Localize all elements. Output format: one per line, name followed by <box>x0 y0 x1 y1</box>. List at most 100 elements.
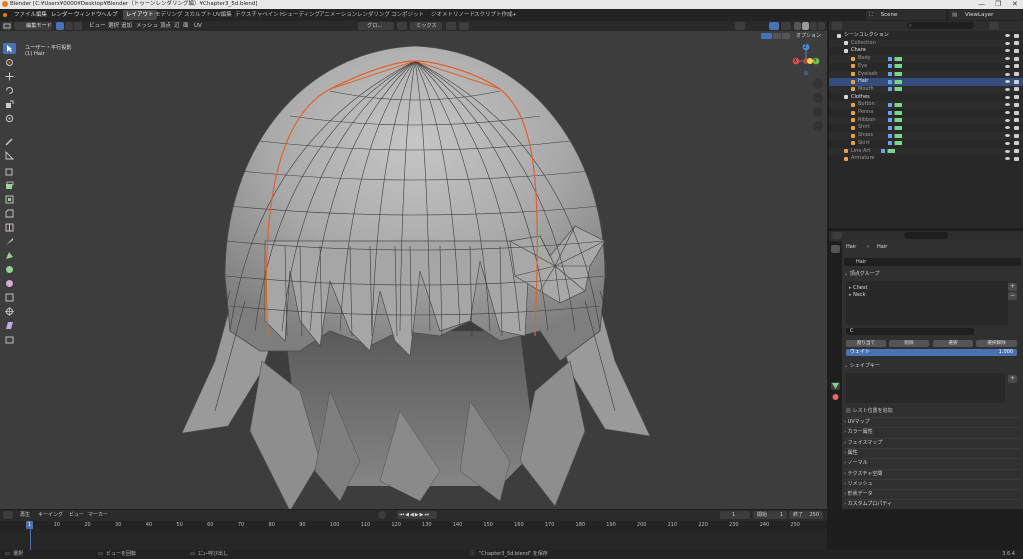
maximize-button[interactable]: ❐ <box>995 0 1001 9</box>
rest-position-checkbox[interactable]: レスト位置を追加 <box>846 407 893 414</box>
menu-playback[interactable]: 再生 <box>20 510 30 520</box>
collapsed-panel-header[interactable]: › 属性 <box>844 447 1020 458</box>
outliner-row[interactable]: Chara <box>829 47 1023 55</box>
start-frame-field[interactable]: 開始 1 <box>753 511 787 519</box>
menu-add[interactable]: 追加 <box>121 21 132 31</box>
modifier-icon[interactable] <box>888 102 902 107</box>
remove-vertex-group-button[interactable]: − <box>1008 292 1017 300</box>
outliner-row[interactable]: Shirt <box>829 124 1023 132</box>
modifier-icon[interactable] <box>881 149 895 153</box>
properties-search-input[interactable] <box>904 232 948 239</box>
blender-menu-icon[interactable] <box>3 9 11 21</box>
pan-hand-icon[interactable] <box>813 93 823 103</box>
camera-view-icon[interactable] <box>813 107 823 117</box>
visibility-eye-icon[interactable] <box>1005 41 1010 45</box>
outliner-row[interactable]: Ribbon <box>829 116 1023 125</box>
collapsed-panel-header[interactable]: › カスタムプロパティ <box>844 499 1020 509</box>
collapsed-panel-header[interactable]: › UVマップ <box>844 417 1020 427</box>
vertex-group-item[interactable]: ▸ Neck <box>849 292 866 298</box>
visibility-eye-icon[interactable] <box>1005 87 1010 91</box>
render-camera-icon[interactable] <box>1014 72 1019 76</box>
editor-type-button[interactable] <box>2 22 12 30</box>
shading-rendered-button[interactable] <box>818 22 825 30</box>
proportional-falloff-button[interactable] <box>459 22 469 30</box>
modifier-icon[interactable] <box>888 87 902 92</box>
visibility-eye-icon[interactable] <box>1005 149 1010 153</box>
select-button[interactable]: 選択 <box>933 340 973 347</box>
menu-help[interactable]: ヘルプ <box>101 9 118 21</box>
timeline-ruler[interactable]: 1 10 20 30 40 50 60 70 80 90 100 110 120 130 140 150 160… <box>0 521 827 529</box>
xray-button[interactable] <box>781 22 791 30</box>
outliner-search-input[interactable]: ⌕ <box>907 22 974 29</box>
collapsed-panel-header[interactable]: › ノーマル <box>844 458 1020 468</box>
render-camera-icon[interactable] <box>1014 156 1019 161</box>
vertex-groups-panel-header[interactable]: ⌄ 頂点グループ <box>844 270 1020 279</box>
collapsed-panel-header[interactable]: › フェイスマップ <box>844 437 1020 448</box>
shading-wireframe-button[interactable] <box>794 22 801 30</box>
add-vertex-group-button[interactable]: + <box>1008 283 1017 291</box>
properties-editor-type-icon[interactable] <box>832 232 842 239</box>
zoom-icon[interactable] <box>813 79 823 89</box>
menu-face[interactable]: 面 <box>183 21 189 31</box>
render-camera-icon[interactable] <box>1014 64 1019 69</box>
menu-keying[interactable]: キーイング <box>38 510 63 520</box>
collapsed-panel-header[interactable]: › テクスチャ空間 <box>844 468 1020 479</box>
menu-edit[interactable]: 編集 <box>36 9 47 21</box>
modifier-icon[interactable] <box>888 110 902 115</box>
render-camera-icon[interactable] <box>1014 95 1019 100</box>
render-camera-icon[interactable] <box>1014 48 1019 53</box>
visibility-button[interactable] <box>735 22 745 30</box>
navigation-gizmo[interactable]: Z X Y <box>790 39 824 79</box>
shape-keys-panel-header[interactable]: ⌄ シェイプキー <box>844 362 1020 371</box>
modifier-icon[interactable] <box>888 64 902 69</box>
tab-collection-icon[interactable] <box>831 313 840 321</box>
render-camera-icon[interactable] <box>1014 118 1019 123</box>
outliner-row[interactable]: Body <box>829 55 1023 63</box>
menu-uv[interactable]: UV <box>194 21 202 31</box>
visibility-eye-icon[interactable] <box>1005 64 1010 68</box>
modifier-icon[interactable] <box>888 72 902 76</box>
menu-vertex[interactable]: 頂点 <box>160 21 171 31</box>
visibility-eye-icon[interactable] <box>1005 95 1010 99</box>
outliner-row[interactable]: Eyelash <box>829 70 1023 79</box>
outliner-row[interactable]: Eye <box>829 63 1023 71</box>
tab-object-icon[interactable] <box>831 327 840 335</box>
timeline-editor-type-icon[interactable] <box>3 511 13 519</box>
visibility-eye-icon[interactable] <box>1005 49 1010 53</box>
assign-button[interactable]: 割り当て <box>846 340 886 347</box>
current-frame-field[interactable]: 1 <box>720 511 750 519</box>
menu-select[interactable]: 選択 <box>108 21 119 31</box>
visibility-eye-icon[interactable] <box>1005 111 1010 114</box>
render-camera-icon[interactable] <box>1014 133 1019 138</box>
menu-edge[interactable]: 辺 <box>174 21 180 31</box>
modifier-icon[interactable] <box>888 79 902 84</box>
render-camera-icon[interactable] <box>1014 87 1019 92</box>
tab-view-layer-icon[interactable] <box>831 280 840 288</box>
render-camera-icon[interactable] <box>1014 110 1019 115</box>
outliner-row[interactable]: Clothes <box>829 94 1023 102</box>
weight-slider[interactable]: ウェイト 1.000 <box>846 349 1017 356</box>
add-shape-key-button[interactable]: + <box>1008 375 1017 383</box>
tab-world-icon[interactable] <box>831 302 840 310</box>
shading-material-button[interactable] <box>810 22 817 30</box>
modifier-icon[interactable] <box>888 118 902 123</box>
tab-render-icon[interactable] <box>831 258 840 266</box>
visibility-eye-icon[interactable] <box>1005 134 1010 138</box>
add-workspace-button[interactable]: + <box>509 10 520 20</box>
select-mode-face-button[interactable] <box>74 22 82 30</box>
render-camera-icon[interactable] <box>1014 141 1019 146</box>
menu-timeline-view[interactable]: ビュー <box>69 510 84 520</box>
outliner-row[interactable]: シーンコレクション <box>829 32 1023 40</box>
collapsed-panel-header[interactable]: › 形状データ <box>844 489 1020 499</box>
hair-mesh[interactable] <box>0 31 827 509</box>
visibility-eye-icon[interactable] <box>1005 72 1010 76</box>
outliner-row[interactable]: Skirt <box>829 140 1023 148</box>
modifier-icon[interactable] <box>888 56 902 61</box>
visibility-eye-icon[interactable] <box>1005 141 1010 145</box>
ortho-grid-icon[interactable] <box>813 121 823 131</box>
tab-material-icon[interactable] <box>831 393 840 401</box>
mode-selector[interactable]: 編集モード <box>14 22 52 30</box>
outliner-filter-icon[interactable] <box>989 22 999 30</box>
transform-orientation-dropdown[interactable]: グロ... <box>358 22 394 30</box>
tab-modifiers-icon[interactable] <box>831 338 840 346</box>
